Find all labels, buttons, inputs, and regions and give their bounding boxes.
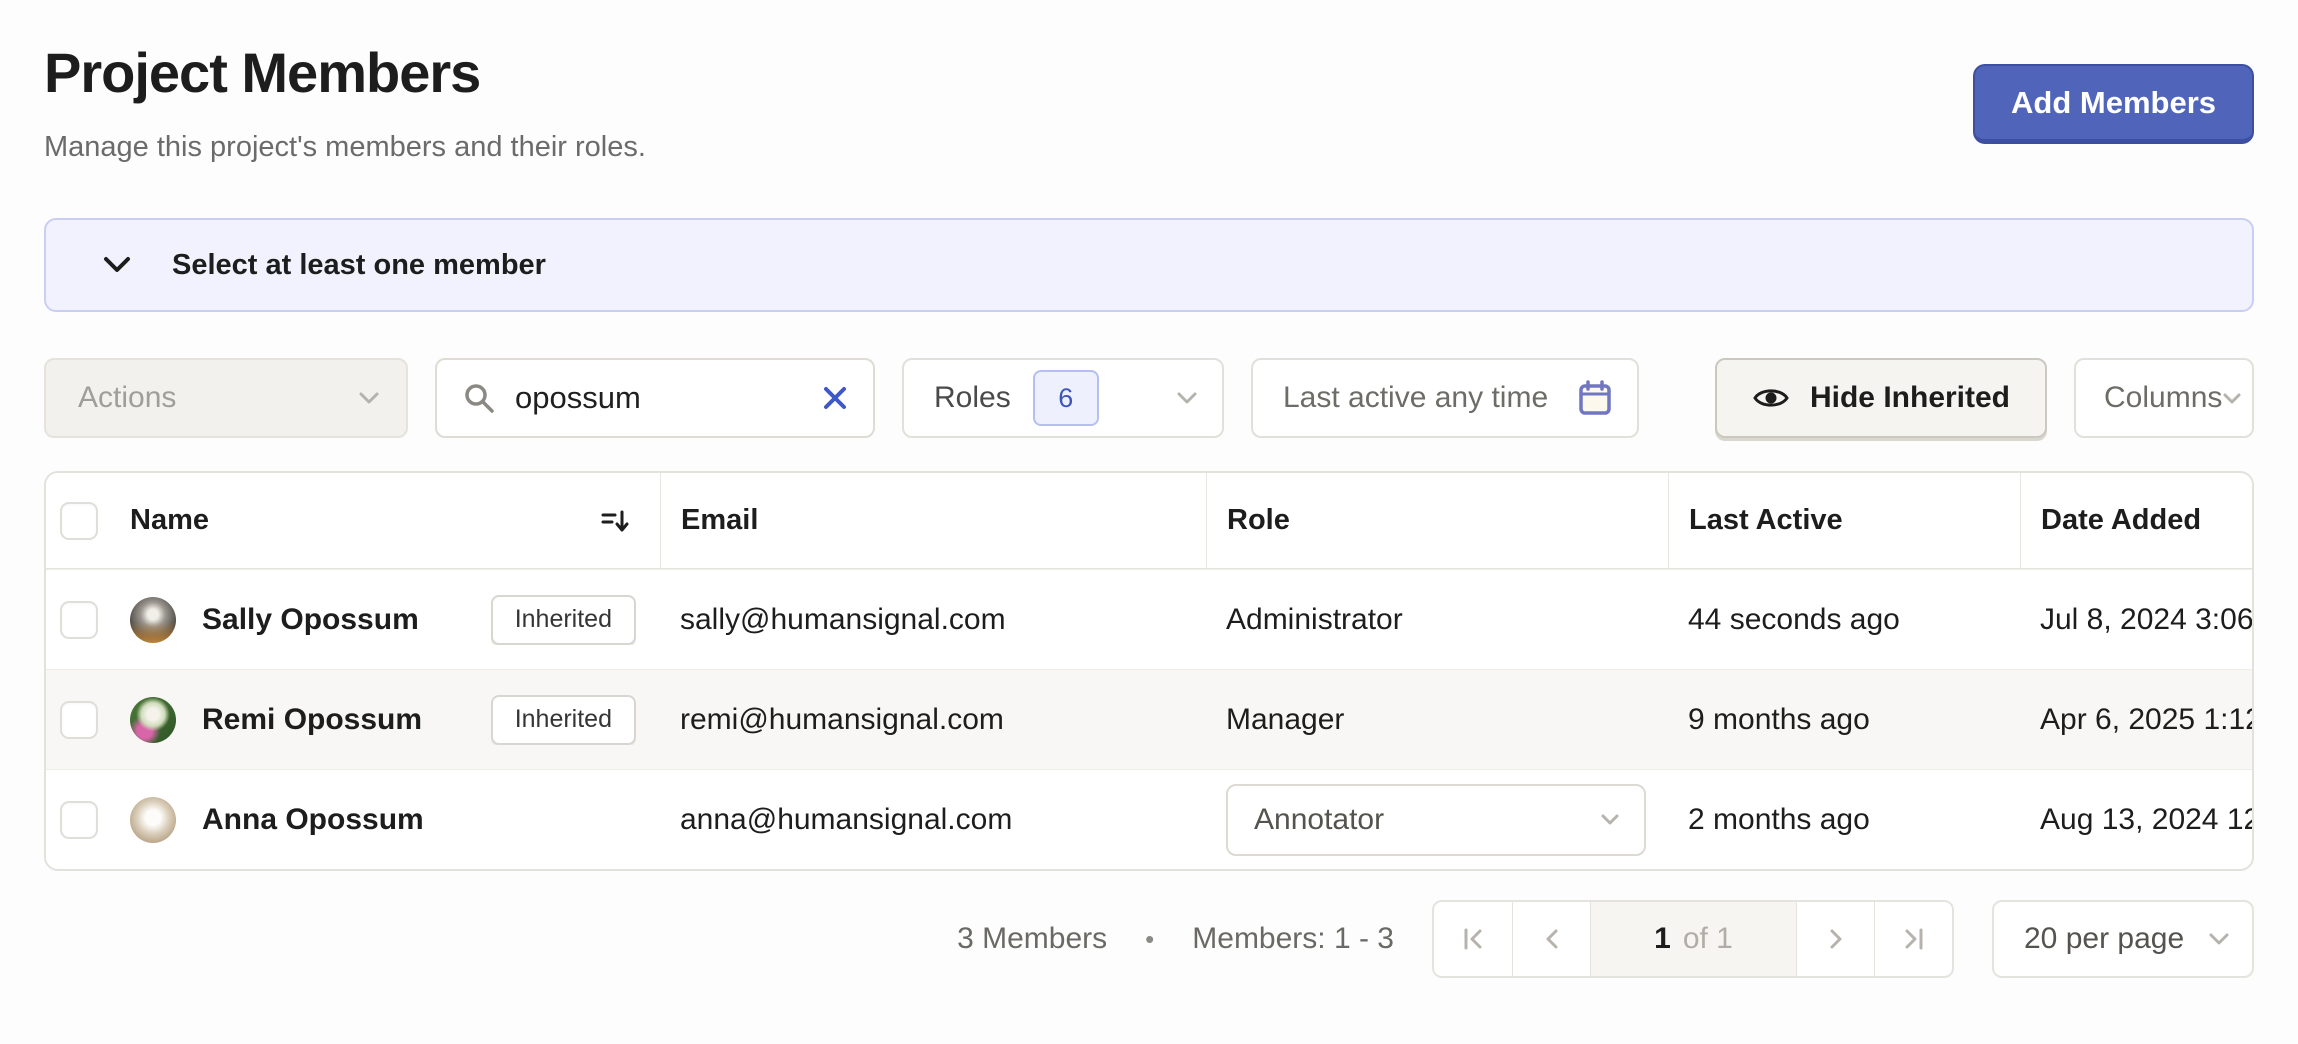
member-name: Anna Opossum	[202, 803, 424, 837]
search-box	[435, 358, 875, 438]
chevron-down-icon	[1176, 391, 1198, 405]
first-page-button[interactable]	[1434, 902, 1512, 976]
member-last-active: 9 months ago	[1668, 703, 2020, 737]
eye-icon	[1752, 384, 1790, 412]
avatar	[130, 597, 176, 643]
avatar	[130, 697, 176, 743]
actions-dropdown-label: Actions	[78, 381, 176, 415]
inherited-badge: Inherited	[491, 695, 636, 745]
page-header: Project Members Manage this project's me…	[44, 40, 2254, 164]
chevron-down-icon	[2208, 932, 2230, 946]
pagination: 1 of 1	[1432, 900, 1954, 978]
member-email: sally@humansignal.com	[660, 603, 1206, 637]
member-email: anna@humansignal.com	[660, 803, 1206, 837]
selection-banner-text: Select at least one member	[172, 249, 546, 282]
row-checkbox[interactable]	[60, 701, 98, 739]
table-row: Sally Opossum Inherited sally@humansigna…	[46, 569, 2252, 669]
header-name[interactable]: Name	[112, 473, 660, 568]
hide-inherited-label: Hide Inherited	[1810, 381, 2010, 415]
member-date-added: Apr 6, 2025 1:12 PM	[2020, 703, 2252, 737]
avatar	[130, 797, 176, 843]
toolbar: Actions Roles 6 Last active any time Hid…	[44, 358, 2254, 438]
inherited-badge: Inherited	[491, 595, 636, 645]
table-row: Anna Opossum anna@humansignal.com Annota…	[46, 769, 2252, 869]
columns-dropdown[interactable]: Columns	[2074, 358, 2254, 438]
last-page-button[interactable]	[1874, 902, 1952, 976]
row-checkbox[interactable]	[60, 801, 98, 839]
selection-banner[interactable]: Select at least one member	[44, 218, 2254, 312]
member-role: Administrator	[1206, 603, 1668, 637]
header-role[interactable]: Role	[1206, 473, 1668, 568]
roles-count-badge: 6	[1033, 370, 1099, 426]
header-last-active[interactable]: Last Active	[1668, 473, 2020, 568]
table-footer: 3 Members • Members: 1 - 3 1 of 1 20 per…	[44, 899, 2254, 979]
current-page: 1	[1654, 922, 1671, 956]
search-icon	[463, 382, 495, 414]
member-email: remi@humansignal.com	[660, 703, 1206, 737]
member-role: Manager	[1206, 703, 1668, 737]
per-page-label: 20 per page	[2024, 922, 2184, 956]
page-title: Project Members	[44, 40, 646, 105]
last-active-filter[interactable]: Last active any time	[1251, 358, 1639, 438]
select-all-checkbox[interactable]	[60, 502, 98, 540]
member-last-active: 2 months ago	[1668, 803, 2020, 837]
member-date-added: Aug 13, 2024 12:16 PM	[2020, 803, 2252, 837]
actions-dropdown[interactable]: Actions	[44, 358, 408, 438]
page-subtitle: Manage this project's members and their …	[44, 131, 646, 164]
members-total: 3 Members	[957, 922, 1107, 956]
clear-search-icon[interactable]	[821, 384, 849, 412]
role-select[interactable]: Annotator	[1226, 784, 1646, 856]
members-range: Members: 1 - 3	[1192, 922, 1394, 956]
columns-dropdown-label: Columns	[2104, 381, 2222, 415]
member-name: Sally Opossum	[202, 603, 419, 637]
table-row: Remi Opossum Inherited remi@humansignal.…	[46, 669, 2252, 769]
member-last-active: 44 seconds ago	[1668, 603, 2020, 637]
separator-dot: •	[1145, 924, 1154, 955]
page-count: of 1	[1683, 922, 1733, 956]
page-indicator: 1 of 1	[1590, 902, 1796, 976]
member-name: Remi Opossum	[202, 703, 422, 737]
next-page-button[interactable]	[1796, 902, 1874, 976]
search-input[interactable]	[515, 380, 821, 416]
chevron-down-icon	[1600, 813, 1620, 826]
members-table: Name Email Role Last Active Date Added S…	[44, 471, 2254, 871]
chevron-down-icon[interactable]	[102, 255, 132, 275]
roles-filter-dropdown[interactable]: Roles 6	[902, 358, 1224, 438]
header-checkbox-cell	[46, 473, 112, 568]
header-name-label: Name	[130, 504, 209, 537]
hide-inherited-toggle[interactable]: Hide Inherited	[1715, 358, 2047, 438]
roles-filter-label: Roles	[934, 381, 1011, 415]
chevron-down-icon	[358, 391, 380, 405]
row-checkbox[interactable]	[60, 601, 98, 639]
per-page-dropdown[interactable]: 20 per page	[1992, 900, 2254, 978]
add-members-button[interactable]: Add Members	[1973, 64, 2254, 144]
table-header-row: Name Email Role Last Active Date Added	[46, 473, 2252, 569]
previous-page-button[interactable]	[1512, 902, 1590, 976]
sort-descending-icon[interactable]	[600, 507, 630, 535]
header-date-added[interactable]: Date Added	[2020, 473, 2252, 568]
calendar-icon	[1577, 379, 1613, 417]
page-title-block: Project Members Manage this project's me…	[44, 40, 646, 164]
role-select-value: Annotator	[1254, 803, 1384, 837]
header-email[interactable]: Email	[660, 473, 1206, 568]
last-active-filter-label: Last active any time	[1283, 381, 1548, 415]
member-date-added: Jul 8, 2024 3:06 PM	[2020, 603, 2252, 637]
chevron-down-icon	[2222, 392, 2242, 405]
